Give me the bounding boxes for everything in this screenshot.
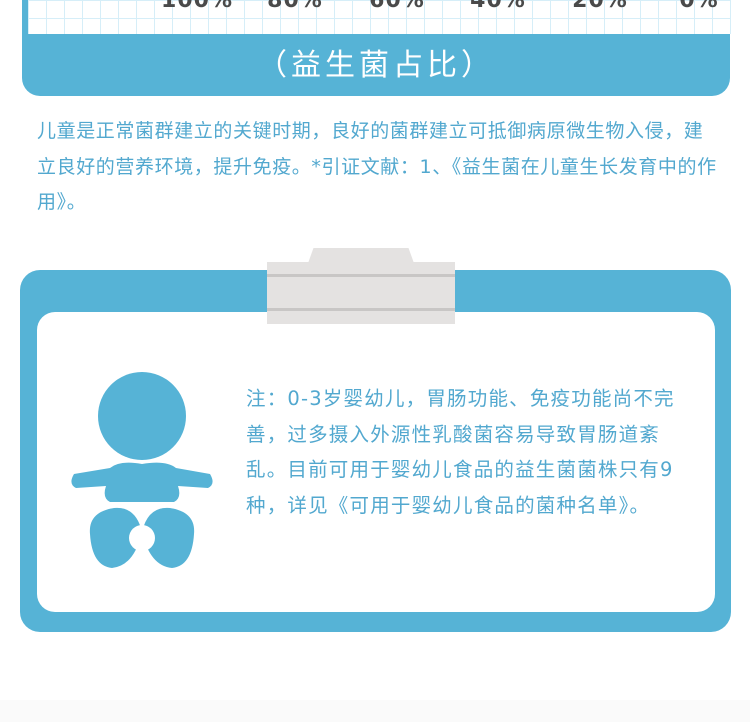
tape-line	[267, 274, 455, 277]
x-tick-label: 60%	[369, 0, 425, 13]
footer-strip	[0, 700, 750, 722]
x-tick-label: 80%	[267, 0, 323, 13]
chart-title: （益生菌占比）	[257, 48, 495, 83]
note-text: 注：0-3岁婴幼儿，胃肠功能、免疫功能尚不完善，过多摄入外源性乳酸菌容易导致胃肠…	[246, 387, 675, 517]
chart-grid: 100% 80% 60% 40% 20% 0%	[28, 0, 731, 34]
x-tick-label: 40%	[470, 0, 526, 13]
x-tick-label: 100%	[161, 0, 233, 13]
baby-icon	[71, 372, 213, 568]
x-tick-label: 20%	[572, 0, 628, 13]
description-text: 儿童是正常菌群建立的关键时期，良好的菌群建立可抵御病原微生物入侵，建立良好的营养…	[37, 120, 717, 213]
tape-line	[267, 308, 455, 311]
x-tick-label: 0%	[679, 0, 719, 13]
tape-decoration	[267, 262, 455, 324]
